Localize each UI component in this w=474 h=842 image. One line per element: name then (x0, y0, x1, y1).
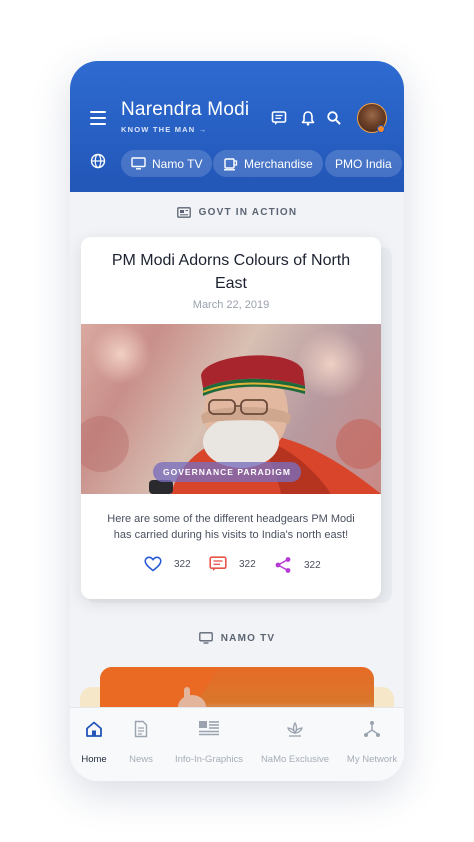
like-count: 322 (174, 558, 191, 570)
nav-label: NaMo Exclusive (260, 754, 330, 765)
nav-label: News (129, 754, 153, 765)
tv-icon (131, 157, 146, 170)
article-description: Here are some of the different headgears… (107, 513, 355, 541)
home-icon (86, 721, 102, 737)
tv-icon (198, 632, 213, 644)
nav-label: Info-In-Graphics (174, 754, 244, 765)
bottom-navigation: Home News Info-In-Graphics NaMo Exclusiv… (70, 707, 404, 781)
nav-label: My Network (346, 754, 398, 765)
phone-frame: Narendra Modi KNOW THE MAN → Namo TV Mer… (70, 61, 404, 781)
hamburger-menu-icon[interactable] (90, 111, 106, 125)
article-title[interactable]: PM Modi Adorns Colours of North East (101, 249, 361, 295)
chip-label: Merchandise (244, 156, 313, 171)
article-date: March 22, 2019 (192, 299, 270, 311)
infographic-icon (199, 721, 219, 736)
nav-news[interactable]: News (103, 708, 179, 781)
chip-label: Namo TV (152, 156, 203, 171)
section-label-text: GOVT IN ACTION (198, 207, 298, 218)
app-title: Narendra Modi (121, 99, 250, 120)
newspaper-icon (176, 207, 191, 218)
category-tag[interactable]: GOVERNANCE PARADIGM (153, 462, 301, 482)
article-image[interactable]: GOVERNANCE PARADIGM (81, 324, 381, 494)
network-icon (364, 721, 380, 737)
know-the-man-link[interactable]: KNOW THE MAN → (121, 125, 207, 134)
nav-info-in-graphics[interactable]: Info-In-Graphics (171, 708, 247, 781)
share-button[interactable]: 322 (274, 556, 321, 574)
nav-namo-exclusive[interactable]: NaMo Exclusive (257, 708, 333, 781)
section-namo-tv: NAMO TV (70, 632, 404, 644)
nav-my-network[interactable]: My Network (334, 708, 404, 781)
comment-button[interactable]: 322 (209, 556, 256, 572)
chip-pmo-india[interactable]: PMO India (325, 150, 402, 177)
search-icon[interactable] (325, 109, 343, 127)
chip-merchandise[interactable]: Merchandise (213, 150, 323, 177)
heart-icon (144, 556, 162, 572)
like-button[interactable]: 322 (144, 556, 191, 572)
share-count: 322 (304, 559, 321, 571)
status-dot (377, 125, 385, 133)
comment-count: 322 (239, 558, 256, 570)
section-label-text: NAMO TV (220, 632, 276, 644)
globe-icon[interactable] (90, 153, 106, 169)
message-icon[interactable] (270, 109, 288, 127)
bell-icon[interactable] (299, 109, 317, 127)
coffee-mug-icon (224, 157, 238, 171)
document-icon (134, 720, 148, 738)
comment-icon (209, 556, 227, 571)
app-header: Narendra Modi KNOW THE MAN → Namo TV Mer… (70, 61, 404, 192)
section-govt-in-action: GOVT IN ACTION (70, 207, 404, 218)
article-card[interactable]: PM Modi Adorns Colours of North East Mar… (81, 237, 381, 599)
chip-label: PMO India (335, 156, 392, 171)
lotus-icon (287, 721, 303, 737)
chip-namo-tv[interactable]: Namo TV (121, 150, 213, 177)
share-icon (275, 557, 291, 573)
